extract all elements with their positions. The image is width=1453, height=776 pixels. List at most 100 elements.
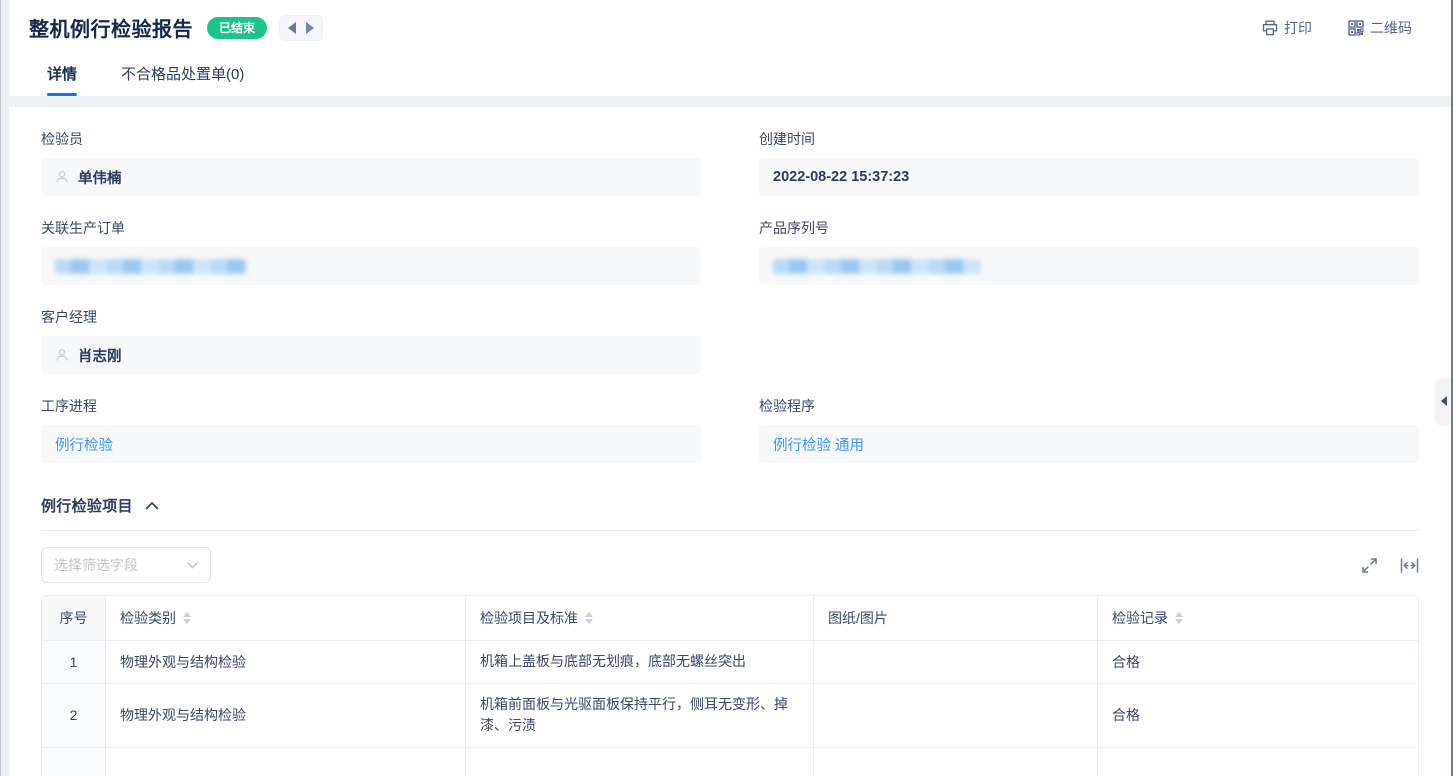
qrcode-icon <box>1348 20 1364 36</box>
col-category-label: 检验类别 <box>120 608 176 628</box>
printer-icon <box>1262 20 1278 36</box>
qrcode-label: 二维码 <box>1370 18 1412 38</box>
created-time-field: 创建时间 2022-08-22 15:37:23 <box>759 129 1419 196</box>
customer-manager-label: 客户经理 <box>41 307 701 327</box>
inspector-value: 单伟楠 <box>78 167 122 188</box>
cell-image <box>814 748 1098 776</box>
cell-seq: 2 <box>42 684 106 748</box>
cell-item: 机箱内部固定板卡横梁正确安装，板卡无 <box>466 748 814 776</box>
production-order-value-box <box>41 247 701 285</box>
process-progress-value-box: 例行检验 <box>41 425 701 463</box>
section-divider <box>41 530 1419 531</box>
app-window: 整机例行检验报告 已结束 打印 <box>0 0 1453 776</box>
table-row: 2 物理外观与结构检验 机箱前面板与光驱面板保持平行，侧耳无变形、掉漆、污渍 合… <box>42 684 1418 748</box>
created-time-value: 2022-08-22 15:37:23 <box>773 169 909 185</box>
created-time-value-box: 2022-08-22 15:37:23 <box>759 158 1419 196</box>
col-category[interactable]: 检验类别 <box>106 596 466 641</box>
inspection-items-table: 序号 检验类别 检验项目及标准 图纸/图片 检验记录 <box>41 595 1419 776</box>
table-toolbar: 选择筛选字段 <box>41 547 1419 583</box>
col-item-standard[interactable]: 检验项目及标准 <box>466 596 814 641</box>
tab-nonconforming-label: 不合格品处置单(0) <box>121 66 244 83</box>
col-drawing-picture: 图纸/图片 <box>814 596 1098 641</box>
sort-icon[interactable] <box>585 612 593 624</box>
user-icon <box>55 170 69 184</box>
col-drawing-picture-label: 图纸/图片 <box>828 608 888 628</box>
tab-nonconforming-disposition[interactable]: 不合格品处置单(0) <box>121 63 244 96</box>
process-progress-label: 工序进程 <box>41 396 701 416</box>
table-row: 3 物理外观与结构检验 机箱内部固定板卡横梁正确安装，板卡无 <box>42 748 1418 776</box>
cell-item: 机箱上盖板与底部无划痕，底部无螺丝突出 <box>466 641 814 684</box>
cell-category: 物理外观与结构检验 <box>106 641 466 684</box>
customer-manager-value: 肖志刚 <box>78 345 122 366</box>
col-item-standard-label: 检验项目及标准 <box>480 608 578 628</box>
page-header: 整机例行检验报告 已结束 打印 <box>9 0 1452 97</box>
cell-seq: 3 <box>42 748 106 776</box>
section-title: 例行检验项目 <box>41 495 133 516</box>
fullscreen-icon[interactable] <box>1361 557 1378 574</box>
process-progress-link[interactable]: 例行检验 <box>55 434 113 455</box>
sort-icon[interactable] <box>1175 612 1183 624</box>
serial-number-value-box <box>759 247 1419 285</box>
inspection-program-label: 检验程序 <box>759 396 1419 416</box>
production-order-field: 关联生产订单 <box>41 218 701 285</box>
cell-category: 物理外观与结构检验 <box>106 748 466 776</box>
cell-seq: 1 <box>42 641 106 684</box>
redacted-serial-number <box>773 259 981 274</box>
detail-panel: 检验员 单伟楠 创建时间 2022-08-22 15:37:23 关联生产订单 <box>9 107 1452 776</box>
serial-number-label: 产品序列号 <box>759 218 1419 238</box>
tab-details[interactable]: 详情 <box>47 63 77 96</box>
inspector-value-box: 单伟楠 <box>41 158 701 196</box>
fit-column-width-icon[interactable] <box>1400 558 1419 573</box>
prev-record-icon[interactable] <box>288 22 296 34</box>
cell-record: 合格 <box>1098 641 1418 684</box>
chevron-down-icon <box>187 562 198 569</box>
collapse-section-icon[interactable] <box>145 501 159 510</box>
title-row: 整机例行检验报告 已结束 打印 <box>9 0 1452 55</box>
detail-form: 检验员 单伟楠 创建时间 2022-08-22 15:37:23 关联生产订单 <box>41 129 1419 463</box>
redacted-production-order <box>55 259 247 274</box>
created-time-label: 创建时间 <box>759 129 1419 149</box>
col-record[interactable]: 检验记录 <box>1098 596 1418 641</box>
tab-bar: 详情 不合格品处置单(0) <box>9 55 1452 96</box>
inspection-program-link[interactable]: 例行检验 通用 <box>773 434 864 455</box>
inspector-label: 检验员 <box>41 129 701 149</box>
production-order-label: 关联生产订单 <box>41 218 701 238</box>
col-seq: 序号 <box>42 596 106 641</box>
form-grid-spacer <box>759 307 1419 374</box>
sort-icon[interactable] <box>183 612 191 624</box>
cell-record <box>1098 748 1418 776</box>
cell-record: 合格 <box>1098 684 1418 748</box>
header-actions: 打印 <box>1262 18 1412 38</box>
user-icon <box>55 348 69 362</box>
inspection-program-value-box: 例行检验 通用 <box>759 425 1419 463</box>
cell-image <box>814 641 1098 684</box>
page-title: 整机例行检验报告 <box>29 13 193 42</box>
collapse-left-icon <box>1441 396 1447 406</box>
print-label: 打印 <box>1284 18 1312 38</box>
col-record-label: 检验记录 <box>1112 608 1168 628</box>
tab-details-label: 详情 <box>47 66 77 83</box>
card-gap <box>1 97 1453 107</box>
qrcode-button[interactable]: 二维码 <box>1348 18 1412 38</box>
cell-image <box>814 684 1098 748</box>
status-badge: 已结束 <box>207 17 267 39</box>
serial-number-field: 产品序列号 <box>759 218 1419 285</box>
customer-manager-value-box: 肖志刚 <box>41 336 701 374</box>
filter-placeholder: 选择筛选字段 <box>54 555 187 575</box>
col-seq-label: 序号 <box>60 608 88 628</box>
process-progress-field: 工序进程 例行检验 <box>41 396 701 463</box>
inspection-program-field: 检验程序 例行检验 通用 <box>759 396 1419 463</box>
cell-category: 物理外观与结构检验 <box>106 684 466 748</box>
customer-manager-field: 客户经理 肖志刚 <box>41 307 701 374</box>
next-record-icon[interactable] <box>306 22 314 34</box>
filter-field-select[interactable]: 选择筛选字段 <box>41 547 211 583</box>
inspector-field: 检验员 单伟楠 <box>41 129 701 196</box>
table-row: 1 物理外观与结构检验 机箱上盖板与底部无划痕，底部无螺丝突出 合格 <box>42 641 1418 684</box>
table-header-row: 序号 检验类别 检验项目及标准 图纸/图片 检验记录 <box>42 596 1418 641</box>
section-header: 例行检验项目 <box>41 495 1419 516</box>
record-navigator <box>279 15 323 41</box>
side-drawer-toggle[interactable] <box>1436 378 1451 424</box>
table-tools <box>1361 557 1419 574</box>
cell-item: 机箱前面板与光驱面板保持平行，侧耳无变形、掉漆、污渍 <box>466 684 814 748</box>
print-button[interactable]: 打印 <box>1262 18 1312 38</box>
